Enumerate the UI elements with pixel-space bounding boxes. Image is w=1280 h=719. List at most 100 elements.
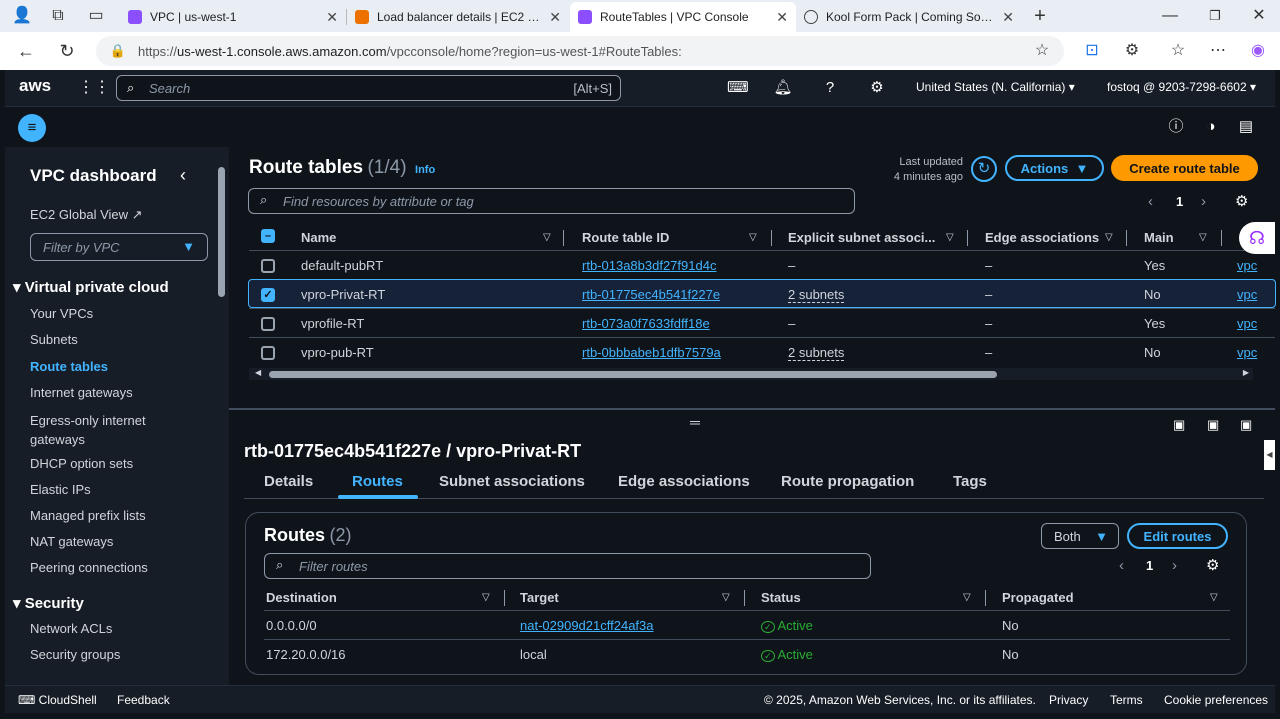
table-row[interactable]: vprofile-RT rtb-073a0f7633fdff18e – – Ye… (249, 308, 1275, 337)
panel-splitter[interactable] (229, 408, 1275, 410)
browser-tab[interactable]: VPC | us-west-1 ✕ (120, 2, 346, 32)
page-number[interactable]: 1 (1176, 194, 1183, 209)
sort-icon[interactable]: ▽ (543, 232, 551, 243)
both-select[interactable]: Both ▼ (1041, 523, 1119, 549)
sidebar-scrollbar[interactable] (215, 147, 229, 685)
create-route-table-button[interactable]: Create route table (1111, 155, 1258, 181)
cloudshell-icon[interactable]: ⌨ (727, 78, 749, 98)
browser-tab[interactable]: Kool Form Pack | Coming Soon Pa ✕ (796, 2, 1022, 32)
puzzle-icon[interactable]: ⚙ (1120, 39, 1144, 63)
sidebar-item-nat-gateways[interactable]: NAT gateways (30, 534, 113, 549)
sort-icon[interactable]: ▽ (749, 232, 757, 243)
preferences-gear-icon[interactable]: ⚙ (1206, 556, 1219, 574)
row-checkbox[interactable] (261, 317, 275, 331)
row-subnets[interactable]: 2 subnets (788, 345, 845, 361)
vpc-link[interactable]: vpc (1237, 258, 1257, 273)
sort-icon[interactable]: ▽ (482, 592, 490, 603)
col-destination[interactable]: Destination (266, 590, 337, 605)
route-table-id-link[interactable]: rtb-0bbbabeb1dfb7579a (582, 345, 721, 360)
sort-icon[interactable]: ▽ (963, 592, 971, 603)
tab-routes[interactable]: Routes (352, 473, 403, 490)
table-row[interactable]: default-pubRT rtb-013a8b3df27f91d4c – – … (249, 250, 1275, 279)
section-virtual-private-cloud[interactable]: ▾ Virtual private cloud (13, 278, 169, 296)
more-icon[interactable]: ⋯ (1206, 39, 1230, 63)
col-status[interactable]: Status (761, 590, 801, 605)
back-icon[interactable]: ← (14, 39, 38, 63)
browser-tab-active[interactable]: RouteTables | VPC Console ✕ (570, 2, 796, 32)
tab-tags[interactable]: Tags (953, 473, 987, 490)
extension-icon[interactable]: ⊡ (1080, 39, 1104, 63)
tab-strip-icon[interactable]: ▭ (84, 4, 108, 28)
sidebar-item-managed-prefix-lists[interactable]: Managed prefix lists (30, 508, 146, 523)
panel-full-icon[interactable]: ▣ (1240, 417, 1252, 433)
route-table-id-link[interactable]: rtb-073a0f7633fdff18e (582, 316, 710, 331)
tab-details[interactable]: Details (264, 473, 313, 490)
close-window-icon[interactable]: ✕ (1247, 4, 1271, 28)
cloudshell-link[interactable]: ⌨ CloudShell (18, 693, 97, 707)
sidebar-item-your-vpcs[interactable]: Your VPCs (30, 306, 93, 321)
cookie-preferences-link[interactable]: Cookie preferences (1164, 693, 1268, 707)
copilot-icon[interactable]: ◉ (1246, 39, 1270, 63)
sidebar-item-subnets[interactable]: Subnets (30, 332, 78, 347)
tab-edge-associations[interactable]: Edge associations (618, 473, 750, 490)
sidebar-item-network-acls[interactable]: Network ACLs (30, 621, 112, 636)
preferences-gear-icon[interactable]: ⚙ (1235, 192, 1248, 210)
close-tab-icon[interactable]: ✕ (549, 9, 561, 26)
page-right-scrollbar[interactable]: ◀ (1264, 440, 1275, 470)
close-tab-icon[interactable]: ✕ (776, 9, 788, 26)
routes-filter-input[interactable]: ⌕ Filter routes (264, 553, 871, 579)
vpc-link[interactable]: vpc (1237, 316, 1257, 331)
url-field[interactable]: 🔒 https://us-west-1.console.aws.amazon.c… (96, 36, 1064, 66)
privacy-link[interactable]: Privacy (1049, 693, 1088, 707)
profile-icon[interactable]: 👤 (10, 4, 34, 28)
menu-toggle-icon[interactable]: ≡ (18, 114, 46, 142)
select-all-checkbox[interactable]: – (261, 229, 275, 243)
section-security[interactable]: ▾ Security (13, 594, 84, 612)
close-tab-icon[interactable]: ✕ (1002, 9, 1014, 26)
col-main[interactable]: Main (1144, 230, 1174, 245)
favorites-icon[interactable]: ☆ (1166, 39, 1190, 63)
table-row-selected[interactable]: ✓ vpro-Privat-RT rtb-01775ec4b541f227e 2… (248, 279, 1276, 308)
row-checkbox-checked[interactable]: ✓ (261, 288, 275, 302)
table-row[interactable]: vpro-pub-RT rtb-0bbbabeb1dfb7579a 2 subn… (249, 337, 1275, 366)
sidebar-item-egress-only-gateways[interactable]: Egress-only internet gateways (30, 411, 170, 449)
col-edge-associations[interactable]: Edge associations (985, 230, 1099, 245)
route-table-id-link[interactable]: rtb-013a8b3df27f91d4c (582, 258, 716, 273)
refresh-icon[interactable]: ↻ (55, 39, 79, 63)
sort-icon[interactable]: ▽ (1105, 232, 1113, 243)
feedback-link[interactable]: Feedback (117, 693, 170, 707)
sort-icon[interactable]: ▽ (1210, 592, 1218, 603)
sort-icon[interactable]: ▽ (946, 232, 954, 243)
page-number[interactable]: 1 (1146, 558, 1153, 573)
notifications-bell-icon[interactable]: 🔔︎ (773, 78, 793, 98)
ec2-global-view-link[interactable]: EC2 Global View ↗ (30, 207, 143, 223)
support-chat-icon[interactable]: ☊ (1239, 222, 1275, 254)
col-name[interactable]: Name (301, 230, 336, 245)
row-checkbox[interactable] (261, 346, 275, 360)
col-propagated[interactable]: Propagated (1002, 590, 1074, 605)
route-target-link[interactable]: nat-02909d21cff24af3a (520, 618, 654, 633)
col-target[interactable]: Target (520, 590, 559, 605)
search-input[interactable]: ⌕ Search [Alt+S] (116, 75, 621, 101)
prev-page-icon[interactable]: ‹ (1148, 193, 1153, 210)
sidebar-item-security-groups[interactable]: Security groups (30, 647, 120, 662)
table-h-scrollbar[interactable]: ◀ ▶ (249, 368, 1253, 380)
sidebar-title[interactable]: VPC dashboard (30, 166, 157, 186)
sidebar-item-elastic-ips[interactable]: Elastic IPs (30, 482, 91, 497)
services-grid-icon[interactable]: ⋮⋮ (78, 78, 110, 98)
tab-actions-icon[interactable]: ⧉ (46, 4, 70, 28)
col-route-table-id[interactable]: Route table ID (582, 230, 669, 245)
tab-route-propagation[interactable]: Route propagation (781, 473, 914, 490)
account-menu[interactable]: fostoq @ 9203-7298-6602 ▾ (1107, 80, 1256, 94)
vpc-link[interactable]: vpc (1237, 287, 1257, 302)
route-table-id-link[interactable]: rtb-01775ec4b541f227e (582, 287, 720, 302)
next-page-icon[interactable]: › (1172, 557, 1177, 574)
col-explicit-subnet[interactable]: Explicit subnet associ... (788, 230, 935, 245)
drag-handle-icon[interactable]: ═ (690, 414, 700, 430)
panel-bottom-icon[interactable]: ▣ (1173, 417, 1185, 433)
sidebar-item-dhcp-option-sets[interactable]: DHCP option sets (30, 456, 133, 471)
panel-icon[interactable]: ▤ (1236, 117, 1256, 137)
next-page-icon[interactable]: › (1201, 193, 1206, 210)
info-circle-icon[interactable]: ⓘ (1166, 117, 1186, 137)
collapse-sidebar-icon[interactable]: ‹ (180, 165, 186, 186)
